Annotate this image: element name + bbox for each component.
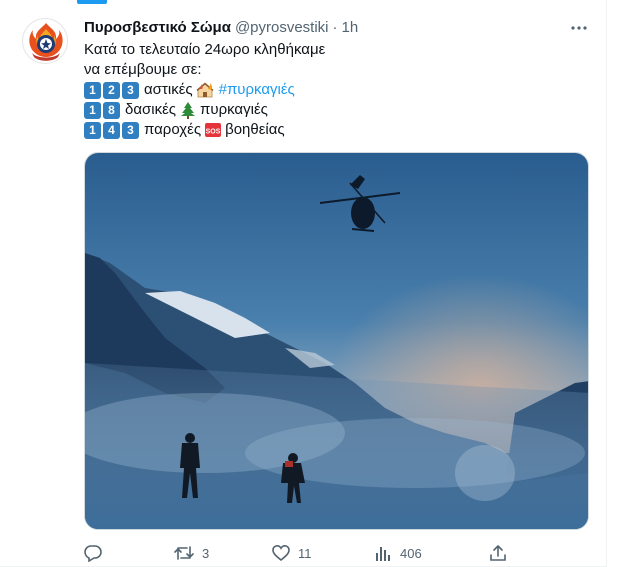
retweet-icon [174, 546, 194, 560]
stat-label-suffix: πυρκαγιές [200, 101, 268, 118]
separator-dot: · [332, 18, 338, 36]
stat-row-assistance: 1 4 3 παροχές SOS βοηθείας [84, 120, 584, 140]
author-name[interactable]: Πυροσβεστικό Σώμα [84, 19, 231, 36]
like-count: 11 [298, 545, 312, 561]
stat-label-suffix: βοηθείας [225, 121, 285, 138]
share-icon [490, 545, 506, 561]
retweet-count: 3 [202, 545, 210, 561]
timeline-border [606, 0, 607, 567]
tweet-header: Πυροσβεστικό Σώμα @pyrosvestiki · 1h [84, 17, 358, 37]
evergreen-tree-icon [181, 102, 196, 119]
text-line-2: να επέμβουμε σε: [84, 61, 202, 78]
stat-label: αστικές [144, 81, 193, 98]
stat-label: δασικές [125, 101, 177, 118]
reply-icon [84, 545, 102, 562]
text-line-1: Κατά το τελευταίο 24ωρο κληθήκαμε [84, 41, 326, 58]
like-button[interactable]: 11 [272, 543, 312, 563]
keycap-digit: 3 [122, 81, 139, 99]
keycap-digit: 1 [84, 81, 101, 99]
hashtag-link[interactable]: #πυρκαγιές [219, 80, 295, 100]
stat-row-urban-fires: 1 2 3 αστικές #πυρκαγιές [84, 80, 584, 100]
keycap-digit: 3 [122, 121, 139, 139]
stat-label: παροχές [144, 121, 202, 138]
fire-service-logo-icon [24, 20, 67, 63]
more-options-button[interactable] [568, 18, 590, 38]
views-count: 406 [400, 545, 422, 561]
keycap-digit: 1 [84, 121, 101, 139]
tweet-actions: 3 11 406 [84, 543, 514, 563]
house-fire-icon [196, 82, 214, 98]
sos-label: SOS [206, 129, 221, 136]
keycap-digit: 4 [103, 121, 120, 139]
retweet-button[interactable]: 3 [174, 543, 209, 563]
helicopter-rescue-photo-icon [85, 153, 588, 529]
author-handle[interactable]: @pyrosvestiki [235, 19, 329, 36]
bar-chart-icon [376, 547, 390, 561]
tweet-photo[interactable] [84, 152, 589, 530]
more-dots-icon [571, 26, 587, 30]
tab-indicator [77, 0, 107, 4]
avatar[interactable] [22, 18, 68, 64]
sos-icon: SOS [205, 123, 222, 137]
keycap-digit: 1 [84, 101, 101, 119]
share-button[interactable] [489, 543, 507, 563]
stat-row-forest-fires: 1 8 δασικές πυρκαγιές [84, 100, 584, 120]
reply-button[interactable] [84, 543, 110, 563]
heart-icon [272, 544, 290, 562]
tweet-text: Κατά το τελευταίο 24ωρο κληθήκαμε να επέ… [84, 40, 584, 140]
keycap-digit: 2 [103, 81, 120, 99]
views-button[interactable]: 406 [374, 543, 422, 563]
tweet-timestamp[interactable]: 1h [342, 19, 359, 36]
keycap-digit: 8 [103, 101, 120, 119]
